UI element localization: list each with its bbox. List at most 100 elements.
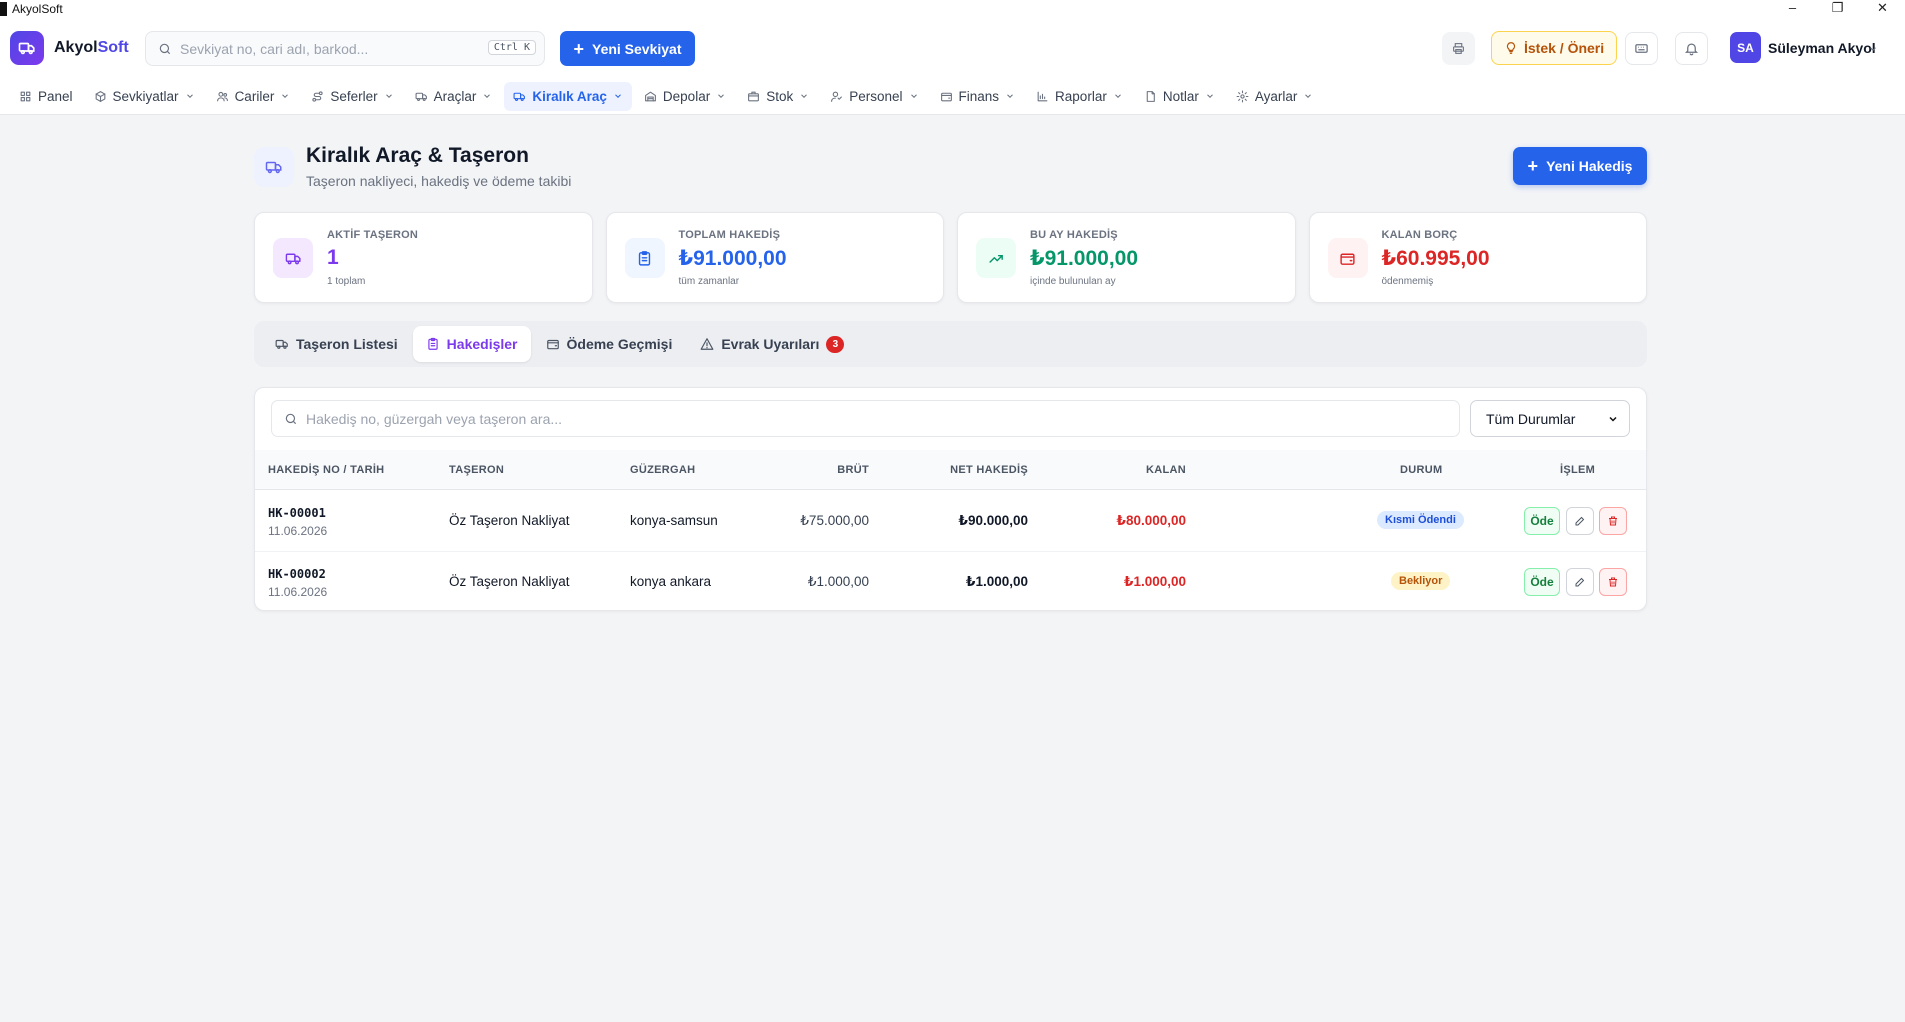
brand-name[interactable]: AkyolSoft (54, 39, 129, 57)
nav-item-4[interactable]: Araçlar (406, 82, 502, 111)
os-title-bar: AkyolSoft – ❐ ✕ (0, 0, 1905, 18)
remaining-amount: ₺80.000,00 (1116, 513, 1186, 528)
page-truck-icon (254, 147, 294, 187)
tab-2[interactable]: Ödeme Geçmişi (533, 326, 686, 362)
route-icon (312, 90, 323, 102)
nav-item-10[interactable]: Raporlar (1027, 82, 1132, 111)
new-shipment-label: Yeni Sevkiyat (592, 40, 682, 57)
tab-0[interactable]: Taşeron Listesi (262, 326, 411, 362)
nav-item-11[interactable]: Notlar (1135, 82, 1224, 111)
table-row[interactable]: HK-00001 11.06.2026 Öz Taşeron Nakliyat kon… (255, 491, 1646, 552)
delete-button[interactable] (1599, 507, 1627, 535)
nav-item-1[interactable]: Sevkiyatlar (85, 82, 204, 111)
nav-item-6[interactable]: Depolar (635, 82, 735, 111)
search-shortcut-badge: Ctrl K (487, 40, 536, 55)
contractor-name: Öz Taşeron Nakliyat (449, 574, 570, 589)
payment-no[interactable]: HK-00002 (268, 567, 326, 581)
nav-item-3[interactable]: Seferler (302, 82, 402, 111)
main-nav: Panel Sevkiyatlar Cariler Seferler Araçlar Ki… (0, 78, 1905, 115)
app-logo-icon (0, 2, 7, 16)
truck-icon (415, 92, 427, 101)
status-filter-value: Tüm Durumlar (1486, 410, 1576, 427)
contractor-name: Öz Taşeron Nakliyat (449, 513, 570, 528)
tab-1[interactable]: Hakedişler (412, 326, 531, 362)
delete-button[interactable] (1599, 568, 1627, 596)
remaining-amount: ₺1.000,00 (1124, 574, 1186, 589)
new-shipment-button[interactable]: + Yeni Sevkiyat (560, 31, 695, 66)
tab-count-badge: 3 (826, 335, 845, 353)
nav-item-9[interactable]: Finans (931, 82, 1025, 111)
nav-item-0[interactable]: Panel (10, 82, 82, 111)
pencil-icon (1575, 577, 1585, 587)
route: konya ankara (630, 574, 712, 589)
stat-value: ₺60.995,00 (1381, 247, 1490, 270)
stats-row: AKTİF TAŞERON 1 1 toplam TOPLAM HAKEDİŞ ₺91.… (254, 212, 1647, 303)
nav-item-label: Kiralık Araç (532, 88, 607, 104)
chevron-down-icon (1206, 94, 1213, 98)
minimize-button[interactable]: – (1770, 0, 1815, 18)
avatar[interactable]: SA (1730, 32, 1761, 63)
package-icon (748, 91, 760, 101)
nav-item-2[interactable]: Cariler (207, 82, 300, 111)
chevron-down-icon (385, 94, 392, 98)
nav-item-label: Finans (958, 88, 1000, 104)
payment-no[interactable]: HK-00001 (268, 506, 326, 520)
pay-button-label: Öde (1530, 514, 1554, 528)
user-menu-chevron-down-icon[interactable] (1868, 44, 1878, 54)
progress-payments-table: Tüm Durumlar HAKEDİŞ NO / TARİH TAŞERON … (254, 387, 1647, 611)
edit-button[interactable] (1566, 507, 1594, 535)
notifications-button[interactable] (1675, 32, 1708, 65)
truck-icon (285, 253, 301, 264)
trend-up-icon (988, 254, 1003, 263)
edit-button[interactable] (1566, 568, 1594, 596)
user-name[interactable]: Süleyman Akyol (1768, 40, 1876, 56)
tab-label: Evrak Uyarıları (721, 336, 820, 352)
page-header: Kiralık Araç & Taşeron Taşeron nakliyeci… (254, 137, 1647, 195)
net-amount: ₺1.000,00 (966, 574, 1028, 589)
close-window-button[interactable]: ✕ (1860, 0, 1905, 18)
global-search[interactable]: Ctrl K (145, 31, 545, 66)
net-amount: ₺90.000,00 (958, 513, 1028, 528)
new-progress-payment-button[interactable]: + Yeni Hakediş (1513, 147, 1647, 185)
col-header-contractor: TAŞERON (449, 464, 505, 476)
wallet-icon (1340, 253, 1355, 265)
tab-3[interactable]: Evrak Uyarıları 3 (687, 326, 857, 362)
route: konya-samsun (630, 513, 718, 528)
chevron-down-icon (1305, 94, 1312, 98)
nav-item-12[interactable]: Ayarlar (1227, 82, 1323, 111)
pencil-icon (1575, 516, 1585, 526)
pay-button[interactable]: Öde (1524, 507, 1560, 535)
stat-sub: ödenmemiş (1381, 276, 1434, 287)
table-search-input[interactable] (306, 410, 1406, 427)
request-suggestion-button[interactable]: İstek / Öneri (1491, 31, 1618, 65)
lightbulb-icon (1506, 42, 1516, 54)
table-search[interactable] (271, 400, 1460, 437)
keyboard-button[interactable] (1625, 32, 1658, 65)
users-icon (216, 91, 228, 101)
page-content: Kiralık Araç & Taşeron Taşeron nakliyeci… (254, 137, 1647, 611)
status-filter-select[interactable]: Tüm Durumlar (1470, 400, 1630, 437)
tab-bar: Taşeron Listesi Hakedişler Ödeme Geçmişi Ev… (254, 321, 1647, 367)
col-header-status: DURUM (1400, 464, 1443, 476)
maximize-button[interactable]: ❐ (1815, 0, 1860, 18)
trash-icon (1609, 577, 1617, 587)
pay-button[interactable]: Öde (1524, 568, 1560, 596)
brand-name-primary: Akyol (54, 39, 98, 56)
stat-label: KALAN BORÇ (1381, 229, 1458, 241)
nav-item-label: Raporlar (1055, 88, 1107, 104)
page-subtitle: Taşeron nakliyeci, hakediş ve ödeme taki… (306, 173, 572, 189)
print-button[interactable] (1442, 32, 1475, 65)
nav-item-7[interactable]: Stok (738, 82, 818, 111)
col-header-gross: BRÜT (837, 464, 869, 476)
box-icon (95, 90, 105, 102)
stat-sub: 1 toplam (327, 276, 366, 287)
request-suggestion-label: İstek / Öneri (1524, 40, 1605, 56)
status-badge: Kısmi Ödendi (1377, 511, 1464, 529)
nav-item-5[interactable]: Kiralık Araç (504, 81, 632, 111)
brand-truck-icon[interactable] (10, 31, 44, 65)
page-title: Kiralık Araç & Taşeron (306, 144, 529, 167)
stat-label: BU AY HAKEDİŞ (1030, 229, 1118, 241)
nav-item-8[interactable]: Personel (821, 82, 927, 111)
global-search-input[interactable] (180, 40, 480, 57)
table-row[interactable]: HK-00002 11.06.2026 Öz Taşeron Nakliyat kon… (255, 552, 1646, 610)
